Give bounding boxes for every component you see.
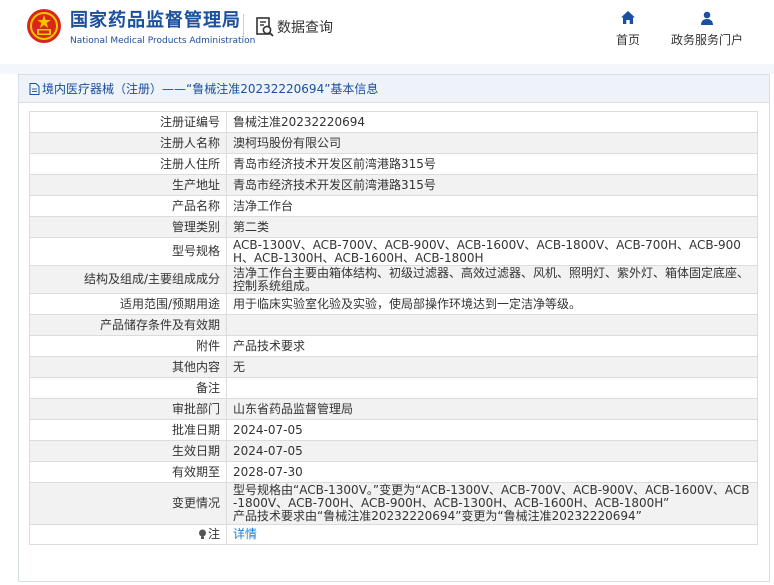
field-label: 适用范围/预期用途 <box>29 293 227 315</box>
table-row: 管理类别 第二类 <box>29 216 758 238</box>
field-value: 鲁械注准20232220694 <box>226 111 758 133</box>
field-label: 产品储存条件及有效期 <box>29 314 227 336</box>
field-label: 注册人名称 <box>29 132 227 154</box>
table-row: 适用范围/预期用途 用于临床实验室化验及实验，使局部操作环境达到一定洁净等级。 <box>29 293 758 315</box>
field-value: 澳柯玛股份有限公司 <box>226 132 758 154</box>
detail-panel: 境内医疗器械（注册）——“鲁械注准20232220694”基本信息 注册证编号鲁… <box>18 74 770 582</box>
document-icon <box>29 82 40 95</box>
field-value: 洁净工作台主要由箱体结构、初级过滤器、高效过滤器、风机、照明灯、紫外灯、箱体固定… <box>226 265 758 294</box>
field-label: 备注 <box>29 377 227 399</box>
table-row: 变更情况 型号规格由“ACB-1300V。”变更为“ACB-1300V、ACB-7… <box>29 482 758 525</box>
table-row: 产品储存条件及有效期 <box>29 314 758 336</box>
field-label: 生效日期 <box>29 440 227 462</box>
table-row: 注册证编号 鲁械注准20232220694 <box>29 111 758 133</box>
lightbulb-icon <box>198 529 206 539</box>
table-row: 批准日期 2024-07-05 <box>29 419 758 441</box>
top-header: 国家药品监督管理局 National Medical Products Admi… <box>0 0 774 64</box>
field-label: 批准日期 <box>29 419 227 441</box>
data-query-label: 数据查询 <box>277 20 333 36</box>
brand-title: 国家药品监督管理局 <box>70 10 241 31</box>
info-table: 注册证编号 鲁械注准20232220694 注册人名称 澳柯玛股份有限公司 注册人住所青… <box>29 111 758 545</box>
national-emblem-icon <box>27 9 61 43</box>
table-row: 结构及组成/主要组成成分 洁净工作台主要由箱体结构、初级过滤器、高效过滤器、风机、… <box>29 265 758 294</box>
table-row: 审批部门 山东省药品监督管理局 <box>29 398 758 420</box>
field-label: 结构及组成/主要组成成分 <box>29 265 227 294</box>
data-query-link[interactable]: 数据查询 <box>255 16 333 38</box>
table-row: 备注 <box>29 377 758 399</box>
user-icon <box>701 11 713 25</box>
field-label: 其他内容 <box>29 356 227 378</box>
note-value-cell: 详情 <box>226 524 758 545</box>
brand-subtitle: National Medical Products Administration <box>70 36 256 46</box>
table-row: 型号规格 ACB-1300V、ACB-700V、ACB-900V、ACB-1600… <box>29 237 758 266</box>
field-value: 第二类 <box>226 216 758 238</box>
field-value: 产品技术要求 <box>226 335 758 357</box>
table-row-note: 注详情 <box>29 524 758 545</box>
field-label: 生产地址 <box>29 174 227 196</box>
table-row: 生效日期 2024-07-05 <box>29 440 758 462</box>
field-label: 有效期至 <box>29 461 227 483</box>
field-value: 2028-07-30 <box>226 461 758 483</box>
field-value: 用于临床实验室化验及实验，使局部操作环境达到一定洁净等级。 <box>226 293 758 315</box>
field-value: 青岛市经济技术开发区前湾港路315号 <box>226 153 758 175</box>
field-value: 山东省药品监督管理局 <box>226 398 758 420</box>
field-value: 青岛市经济技术开发区前湾港路315号 <box>226 174 758 196</box>
nav-service-label: 政务服务门户 <box>671 33 744 47</box>
table-row: 有效期至 2028-07-30 <box>29 461 758 483</box>
table-row: 生产地址 青岛市经济技术开发区前湾港路315号 <box>29 174 758 196</box>
field-value: ACB-1300V、ACB-700V、ACB-900V、ACB-1600V、AC… <box>226 237 758 266</box>
note-label-cell: 注 <box>29 524 227 545</box>
home-icon <box>621 11 635 24</box>
field-value: 洁净工作台 <box>226 195 758 217</box>
field-label: 产品名称 <box>29 195 227 217</box>
field-label: 管理类别 <box>29 216 227 238</box>
header-band <box>0 64 774 74</box>
table-row: 其他内容无 <box>29 356 758 378</box>
field-label: 注册证编号 <box>29 111 227 133</box>
nav-home[interactable]: 首页 <box>616 10 640 48</box>
field-value: 型号规格由“ACB-1300V。”变更为“ACB-1300V、ACB-700V、… <box>226 482 758 525</box>
field-label: 型号规格 <box>29 237 227 266</box>
brand[interactable]: 国家药品监督管理局 National Medical Products Admi… <box>70 10 255 47</box>
field-value: 2024-07-05 <box>226 440 758 462</box>
table-row: 产品名称 洁净工作台 <box>29 195 758 217</box>
table-row: 注册人住所 青岛市经济技术开发区前湾港路315号 <box>29 153 758 175</box>
field-label: 注册人住所 <box>29 153 227 175</box>
panel-header: 境内医疗器械（注册）——“鲁械注准20232220694”基本信息 <box>19 75 769 103</box>
nav-service-portal[interactable]: 政务服务门户 <box>671 10 743 48</box>
field-label: 附件 <box>29 335 227 357</box>
nav-home-label: 首页 <box>616 33 641 47</box>
header-divider <box>243 14 244 42</box>
note-label: 注 <box>207 527 220 541</box>
details-link[interactable]: 详情 <box>233 527 257 541</box>
field-value <box>226 314 758 336</box>
field-value: 无 <box>226 356 758 378</box>
field-value <box>226 377 758 399</box>
panel-title: 境内医疗器械（注册）——“鲁械注准20232220694”基本信息 <box>42 82 379 96</box>
table-row: 注册人名称 澳柯玛股份有限公司 <box>29 132 758 154</box>
data-query-icon <box>256 17 274 37</box>
field-label: 变更情况 <box>29 482 227 525</box>
field-label: 审批部门 <box>29 398 227 420</box>
field-value: 2024-07-05 <box>226 419 758 441</box>
table-row: 附件 产品技术要求 <box>29 335 758 357</box>
